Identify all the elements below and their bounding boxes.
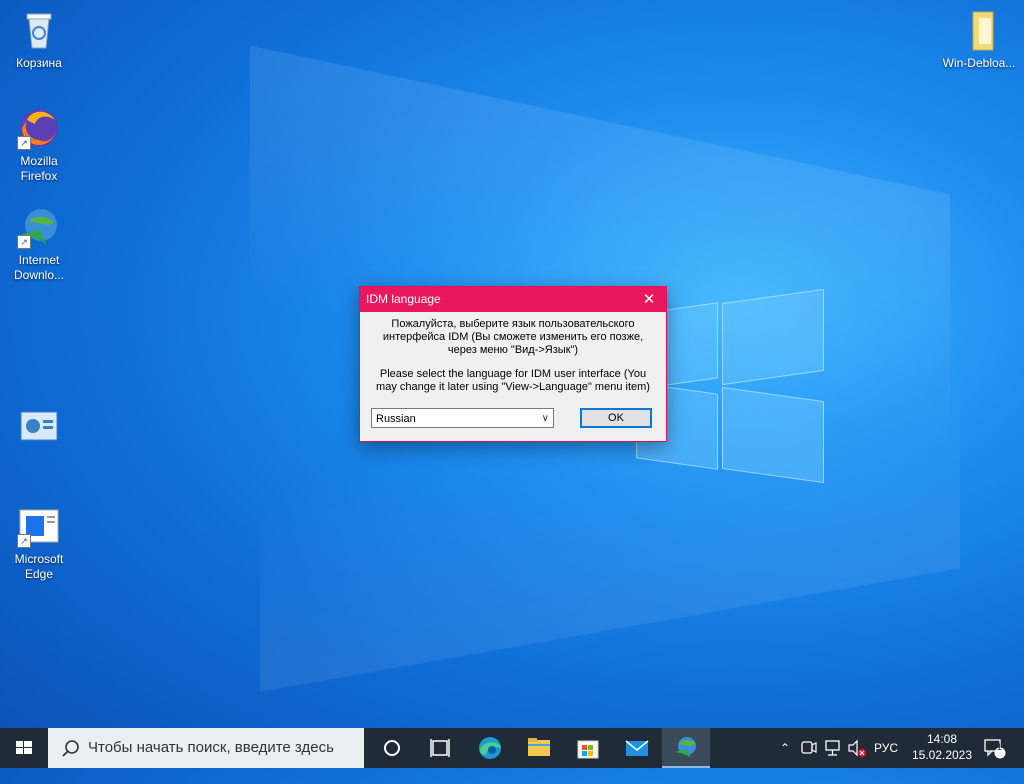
action-center-button[interactable]: 1 [980,728,1008,768]
close-button[interactable]: ✕ [632,287,666,312]
taskbar-search-box[interactable]: Чтобы начать поиск, введите здесь [48,728,364,768]
cortana-button[interactable] [368,728,416,768]
language-select[interactable]: Russian ∨ [371,408,554,428]
search-icon [62,740,79,757]
input-language-indicator[interactable]: РУС [870,728,902,768]
cortana-icon [384,740,400,756]
store-icon [577,740,599,759]
notifications-icon [984,739,1006,759]
desktop-icon-control-panel[interactable] [3,406,75,454]
close-icon: ✕ [642,291,656,308]
task-view-button[interactable] [416,728,464,768]
file-explorer-icon [528,738,550,756]
clock-date: 15.02.2023 [911,748,973,762]
meet-now-icon [801,741,817,754]
show-hidden-icons[interactable]: ⌃ [774,728,796,768]
search-placeholder: Чтобы начать поиск, введите здесь [88,739,334,756]
edge-legacy-icon: ↗ [17,504,61,548]
network-icon [825,740,840,756]
message-russian: Пожалуйста, выберите язык пользовательск… [382,318,644,356]
notifications-count: 1 [997,742,1003,752]
desktop-icon-edge[interactable]: ↗ Microsoft Edge [3,504,75,582]
edge-icon [479,737,501,759]
message-english: Please select the language for IDM user … [376,368,650,393]
desktop-icon-firefox[interactable]: ↗ Mozilla Firefox [3,106,75,184]
recycle-bin-icon [17,8,61,52]
ok-button[interactable]: OK [580,408,652,428]
tray-meet-now[interactable] [798,728,820,768]
shortcut-arrow-icon: ↗ [17,235,31,249]
desktop-icon-win-debloat-folder[interactable]: Win-Debloa... [938,8,1020,71]
language-select-value: Russian [376,413,416,425]
desktop-icon-label: Win-Debloa... [942,56,1016,70]
taskbar-mail[interactable] [613,728,661,768]
dialog-message: Пожалуйста, выберите язык пользовательск… [360,312,666,394]
idm-icon: ↗ [17,205,61,249]
desktop-icon-label: Корзина [16,56,62,70]
tray-network[interactable] [822,728,844,768]
shortcut-arrow-icon: ↗ [17,136,31,150]
task-view-icon [430,739,450,757]
clock-time: 14:08 [926,732,958,746]
desktop-icon-label: Mozilla Firefox [20,154,58,183]
firefox-icon: ↗ [17,106,61,150]
windows-start-icon [16,741,32,754]
tray-volume[interactable] [846,728,868,768]
taskbar: Чтобы начать поиск, введите здесь ⌃ РУС … [0,728,1024,768]
chevron-down-icon: ∨ [541,413,549,424]
idm-icon [675,737,696,758]
desktop-icon-label: Internet Downlo... [13,253,65,282]
control-panel-icon [17,406,61,450]
mail-icon [625,740,649,756]
folder-icon [957,8,1001,52]
idm-language-dialog: IDM language ✕ Пожалуйста, выберите язык… [359,286,667,442]
desktop-icon-idm[interactable]: ↗ Internet Downlo... [3,205,75,283]
dialog-title-bar[interactable]: IDM language ✕ [360,287,666,312]
desktop-icon-label: Microsoft Edge [14,552,64,581]
dialog-title: IDM language [366,292,441,306]
clock[interactable]: 14:08 15.02.2023 [904,731,980,763]
shortcut-arrow-icon: ↗ [17,534,31,548]
taskbar-store[interactable] [564,728,612,768]
taskbar-file-explorer[interactable] [515,728,563,768]
start-button[interactable] [0,728,48,768]
volume-muted-icon [848,739,866,757]
chevron-up-icon: ⌃ [779,741,791,755]
taskbar-edge[interactable] [466,728,514,768]
taskbar-idm[interactable] [662,728,710,768]
desktop-icon-recycle-bin[interactable]: Корзина [3,8,75,71]
